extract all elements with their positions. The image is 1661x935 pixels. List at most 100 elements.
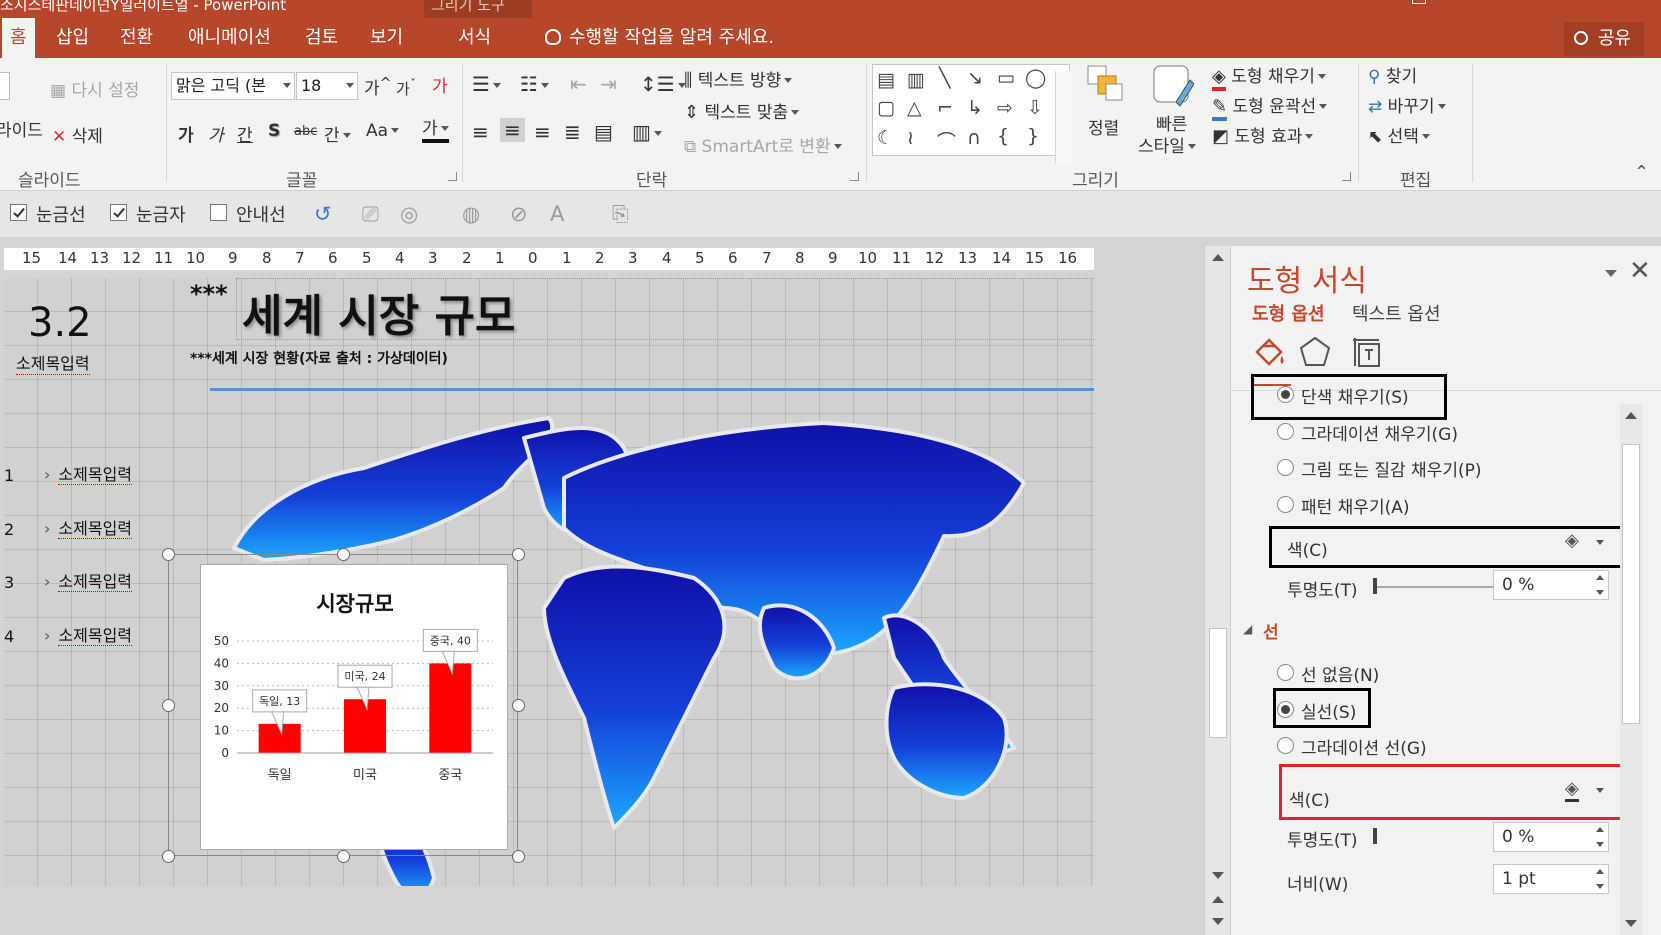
resize-handle[interactable] [162, 699, 175, 712]
quick-styles-icon[interactable] [1150, 62, 1195, 108]
font-size-combo[interactable]: 18 [296, 72, 358, 100]
resize-handle[interactable] [162, 548, 175, 561]
rounded-rect-shape-icon[interactable]: ▢ [877, 97, 895, 119]
elbow-arrow-shape-icon[interactable]: ↳ [967, 97, 983, 119]
pane-scroll-down-icon[interactable] [1625, 920, 1637, 927]
intersect-icon[interactable]: ⊘ [510, 202, 528, 226]
scroll-up-icon[interactable] [1212, 254, 1224, 261]
arrow-line-shape-icon[interactable]: ↘ [967, 67, 983, 89]
scroll-down-icon[interactable] [1212, 872, 1224, 879]
shape-fill-button[interactable]: ◈ 도형 채우기 [1212, 62, 1326, 91]
next-slide-icon[interactable] [1212, 918, 1224, 925]
vertical-textbox-shape-icon[interactable]: ▥ [907, 69, 925, 91]
shape-effects-button[interactable]: ◩ 도형 효과 [1212, 122, 1314, 147]
oval-shape-icon[interactable]: ◯ [1025, 67, 1046, 89]
replace-button[interactable]: ⇄ 바꾸기 [1368, 92, 1446, 117]
gradient-line-radio[interactable] [1277, 737, 1294, 754]
shapes-gallery[interactable]: ▤ ▥ ╲ ↘ ▭ ◯ ▢ △ ⌐ ↳ ⇨ ⇩ ☾ ≀ ⌒ ∩ { } [872, 64, 1071, 163]
left-brace-shape-icon[interactable]: { [997, 125, 1009, 147]
scribble-shape-icon[interactable]: ≀ [907, 127, 914, 149]
refresh-icon[interactable]: ↺ [314, 202, 332, 226]
justify-icon[interactable]: ≣ [564, 120, 581, 144]
union-icon[interactable]: ◍ [462, 202, 480, 226]
underline-button[interactable]: 간 [237, 121, 253, 146]
font-color-button[interactable]: 가 [422, 119, 449, 143]
line-transparency-input[interactable]: 0 % [1493, 822, 1609, 852]
layout-button-label[interactable]: 라이드 [0, 116, 43, 141]
decrease-indent-icon[interactable]: ⇤ [570, 72, 587, 96]
select-button[interactable]: ⬉ 선택 [1368, 122, 1430, 147]
columns-icon[interactable]: ▥ [632, 120, 662, 144]
delete-button[interactable]: ✕ 삭제 [52, 122, 103, 147]
previous-slide-icon[interactable] [1212, 896, 1224, 903]
tab-text-options[interactable]: 텍스트 옵션 [1352, 300, 1441, 326]
pane-options-icon[interactable] [1605, 270, 1617, 277]
pane-scroll-up-icon[interactable] [1625, 412, 1637, 419]
gradient-fill-radio[interactable] [1277, 423, 1294, 440]
smartart-button[interactable]: ⧉ SmartArt로 변환 [684, 132, 842, 157]
ribbon-display-icon[interactable] [1412, 0, 1426, 4]
font-dialog-launcher[interactable] [448, 172, 457, 181]
shrink-font-button[interactable]: 가ˇ [396, 76, 416, 99]
bullet-item[interactable]: › 소제목입력 [44, 568, 133, 592]
ruler-checkbox[interactable] [110, 204, 127, 221]
pane-scrollbar[interactable] [1620, 404, 1642, 935]
slide-subtitle[interactable]: ***세계 시장 현황(자료 출처 : 가상데이터) [190, 348, 448, 368]
resize-handle[interactable] [512, 699, 525, 712]
bullet-item[interactable]: › 소제목입력 [44, 461, 133, 485]
resize-handle[interactable] [512, 850, 525, 863]
pane-scroll-thumb[interactable] [1622, 444, 1640, 724]
bold-button[interactable]: 가 [178, 121, 194, 146]
line-section-header[interactable]: 선 [1263, 618, 1279, 643]
scroll-thumb[interactable] [1209, 628, 1227, 738]
align-right-icon[interactable]: ≡ [534, 120, 551, 144]
change-case-button[interactable]: Aa [366, 121, 400, 141]
rectangle-shape-icon[interactable]: ▭ [997, 67, 1015, 89]
tab-format[interactable]: 서식 [450, 18, 499, 58]
guides-checkbox[interactable] [210, 204, 227, 221]
strikethrough-button[interactable]: abc [294, 124, 317, 139]
line-shape-icon[interactable]: ╲ [939, 67, 950, 89]
tab-transitions[interactable]: 전환 [112, 18, 161, 58]
font-family-combo[interactable]: 맑은 고딕 (본 [171, 72, 295, 100]
effects-pentagon-icon[interactable] [1297, 334, 1333, 370]
collapse-ribbon-icon[interactable]: ⌃ [1634, 162, 1649, 183]
freeform-shape-icon[interactable]: ☾ [877, 127, 894, 149]
right-arrow-shape-icon[interactable]: ⇨ [997, 97, 1013, 119]
shape-outline-button[interactable]: ✎ 도형 윤곽선 [1212, 92, 1328, 121]
gallery-scrollbar[interactable] [1055, 71, 1071, 163]
text-effect-icon[interactable]: A [550, 202, 564, 226]
italic-button[interactable]: 가 [208, 121, 224, 146]
find-button[interactable]: ⚲ 찾기 [1368, 62, 1417, 87]
increase-indent-icon[interactable]: ⇥ [600, 72, 617, 96]
section-caption[interactable]: 소제목입력 [16, 350, 90, 375]
picture-fill-radio[interactable] [1277, 459, 1294, 476]
resize-handle[interactable] [162, 850, 175, 863]
horizontal-ruler[interactable]: 15 14 13 12 11 10 9 8 7 6 5 4 3 2 1 0 1 … [4, 248, 1094, 270]
bullet-item[interactable]: › 소제목입력 [44, 622, 133, 646]
quick-styles-label-2[interactable]: 스타일 [1138, 132, 1196, 157]
resize-handle[interactable] [512, 548, 525, 561]
collapse-triangle-icon[interactable]: ◢ [1243, 622, 1252, 636]
paste-icon[interactable]: ⎘ [612, 202, 629, 227]
textbox-shape-icon[interactable]: ▤ [877, 69, 895, 91]
reset-button[interactable]: ▦ 다시 설정 [50, 76, 139, 101]
align-text-button[interactable]: ⇕ 텍스트 맞춤 [684, 98, 800, 123]
line-width-input[interactable]: 1 pt [1493, 864, 1609, 894]
tab-animations[interactable]: 애니메이션 [180, 18, 279, 58]
fill-transparency-input[interactable]: 0 % [1493, 570, 1609, 600]
elbow-connector-shape-icon[interactable]: ⌐ [937, 97, 953, 119]
presenter-icon[interactable]: ⎚ [362, 202, 379, 227]
arc-shape-icon[interactable]: ⌒ [937, 127, 956, 154]
arrange-icon[interactable] [1086, 64, 1124, 102]
minimize-icon[interactable] [1506, 0, 1520, 10]
shadow-button[interactable]: S [268, 121, 280, 141]
align-center-icon[interactable]: ≡ [500, 118, 525, 142]
tab-home[interactable]: 홈 [2, 18, 35, 58]
align-left-icon[interactable]: ≡ [472, 120, 489, 144]
down-arrow-shape-icon[interactable]: ⇩ [1027, 97, 1043, 119]
bullet-item[interactable]: › 소제목입력 [44, 515, 133, 539]
slide-title[interactable]: 세계 시장 규모 [242, 280, 516, 344]
paragraph-dialog-launcher[interactable] [850, 172, 859, 181]
tab-insert[interactable]: 삽입 [48, 18, 97, 58]
